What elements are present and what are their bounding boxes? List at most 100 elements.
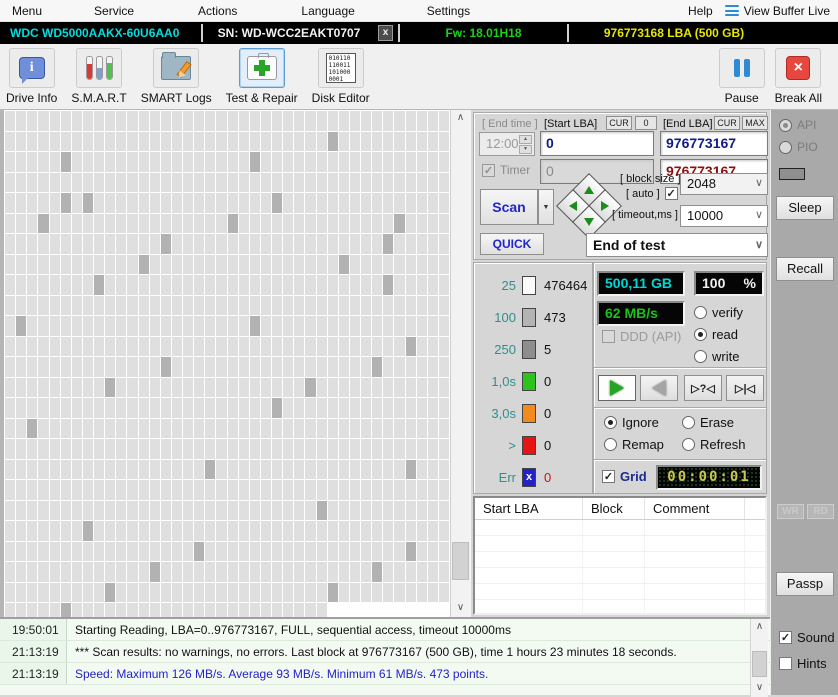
sleep-button[interactable]: Sleep: [776, 196, 834, 220]
status-panel: 500,11 GB 100% 62 MB/s verify read write…: [593, 262, 767, 494]
radio-icon[interactable]: [779, 119, 792, 132]
auto-checkbox[interactable]: [ auto ]: [626, 187, 678, 200]
map-cell: [183, 583, 193, 603]
hints-checkbox[interactable]: Hints: [779, 656, 827, 671]
menu-item-actions[interactable]: Actions: [186, 0, 249, 22]
auto-checkbox-box[interactable]: [665, 187, 678, 200]
drive-info-button[interactable]: i Drive Info: [6, 48, 57, 105]
pio-radio[interactable]: PIO: [779, 140, 818, 154]
mode-read-radio[interactable]: read: [694, 327, 738, 342]
start-scan-button[interactable]: [598, 375, 636, 401]
rd-button[interactable]: RD: [807, 504, 834, 519]
break-all-button[interactable]: × Break All: [775, 48, 822, 105]
map-cell: [261, 603, 271, 617]
start-lba-zero-button[interactable]: 0: [635, 116, 657, 130]
log-scroll-thumb[interactable]: [752, 651, 767, 677]
menu-item-settings[interactable]: Settings: [415, 0, 482, 22]
action-ignore-radio[interactable]: Ignore: [604, 415, 659, 430]
map-cell: [383, 275, 393, 295]
scan-dropdown-icon[interactable]: ▼: [538, 189, 554, 225]
col-block[interactable]: Block: [583, 498, 645, 519]
map-cell: [272, 398, 282, 418]
wr-button[interactable]: WR: [777, 504, 804, 519]
quick-button[interactable]: QUICK: [480, 233, 544, 255]
menu-item-help[interactable]: Help: [676, 0, 725, 22]
menu-item-menu[interactable]: Menu: [0, 0, 54, 22]
map-cell: [38, 275, 48, 295]
radio-icon[interactable]: [694, 328, 707, 341]
action-erase-radio[interactable]: Erase: [682, 415, 734, 430]
map-cell: [38, 501, 48, 521]
radio-icon[interactable]: [779, 141, 792, 154]
radio-icon[interactable]: [682, 438, 695, 451]
radio-icon[interactable]: [604, 416, 617, 429]
scroll-down-icon[interactable]: ∨: [751, 680, 768, 697]
test-repair-button[interactable]: Test & Repair: [226, 48, 298, 105]
checkbox-icon[interactable]: [779, 657, 792, 670]
map-scrollbar[interactable]: ∧ ∨: [450, 110, 470, 617]
map-cell: [83, 460, 93, 480]
action-refresh-radio[interactable]: Refresh: [682, 437, 746, 452]
defect-table[interactable]: Start LBA Block Comment: [473, 496, 767, 615]
map-cell: [406, 152, 416, 172]
end-time-spinner[interactable]: 12:00 ▲▼: [479, 132, 535, 156]
end-lba-max-button[interactable]: MAX: [742, 116, 768, 130]
radio-icon[interactable]: [694, 306, 707, 319]
checkbox-icon[interactable]: [779, 631, 792, 644]
sound-checkbox[interactable]: Sound: [779, 630, 835, 645]
radio-icon[interactable]: [694, 350, 707, 363]
timer-checkbox[interactable]: Timer: [482, 163, 530, 177]
end-action-select[interactable]: End of test∨: [586, 233, 768, 257]
passp-button[interactable]: Passp: [776, 572, 834, 596]
mode-verify-radio[interactable]: verify: [694, 305, 743, 320]
ddd-api-checkbox[interactable]: DDD (API): [602, 329, 681, 344]
seek-question-button[interactable]: ▷?◁: [684, 375, 722, 401]
menu-item-service[interactable]: Service: [82, 0, 146, 22]
end-lba-input[interactable]: 976773167: [660, 131, 768, 156]
end-lba-cur-button[interactable]: CUR: [714, 116, 740, 130]
timeout-select[interactable]: 10000∨: [680, 205, 768, 227]
map-cell: [5, 173, 15, 193]
start-lba-input[interactable]: 0: [540, 131, 654, 156]
disk-editor-button[interactable]: 010110 110011 101000 0001 Disk Editor: [312, 48, 370, 105]
grid-checkbox[interactable]: Grid: [602, 469, 647, 484]
col-comment[interactable]: Comment: [645, 498, 745, 519]
col-start-lba[interactable]: Start LBA: [475, 498, 583, 519]
back-button[interactable]: [640, 375, 678, 401]
map-cell: [50, 542, 60, 562]
map-cell: [150, 378, 160, 398]
radio-icon[interactable]: [604, 438, 617, 451]
start-lba-cur-button[interactable]: CUR: [606, 116, 632, 130]
api-radio[interactable]: API: [779, 118, 816, 132]
map-cell: [361, 255, 371, 275]
smart-logs-button[interactable]: SMART Logs: [141, 48, 212, 105]
map-cell: [27, 562, 37, 582]
map-cell: [328, 316, 338, 336]
map-cell: [127, 152, 137, 172]
scan-button[interactable]: Scan: [480, 189, 538, 225]
map-scroll-thumb[interactable]: [452, 542, 469, 580]
map-cell: [283, 603, 293, 617]
block-size-select[interactable]: 2048∨: [680, 173, 768, 195]
smart-button[interactable]: S.M.A.R.T: [71, 48, 126, 105]
map-cell: [428, 480, 438, 500]
pause-button[interactable]: Pause: [719, 48, 765, 105]
log-scrollbar[interactable]: ∧ ∨: [750, 619, 768, 697]
spinner-arrows-icon[interactable]: ▲▼: [519, 135, 532, 153]
close-drive-button[interactable]: x: [378, 25, 393, 41]
scroll-up-icon[interactable]: ∧: [751, 619, 768, 636]
recall-button[interactable]: Recall: [776, 257, 834, 281]
view-buffer-live-button[interactable]: View Buffer Live: [725, 4, 838, 18]
scroll-down-icon[interactable]: ∨: [451, 600, 470, 617]
radio-icon[interactable]: [682, 416, 695, 429]
map-cell: [239, 603, 249, 617]
map-cell: [38, 603, 48, 617]
checkbox-icon[interactable]: [602, 330, 615, 343]
seek-end-button[interactable]: ▷|◁: [726, 375, 764, 401]
menu-item-language[interactable]: Language: [289, 0, 366, 22]
scroll-up-icon[interactable]: ∧: [451, 110, 470, 127]
action-remap-radio[interactable]: Remap: [604, 437, 664, 452]
mode-write-radio[interactable]: write: [694, 349, 739, 364]
timer-checkbox-box[interactable]: [482, 164, 495, 177]
checkbox-icon[interactable]: [602, 470, 615, 483]
